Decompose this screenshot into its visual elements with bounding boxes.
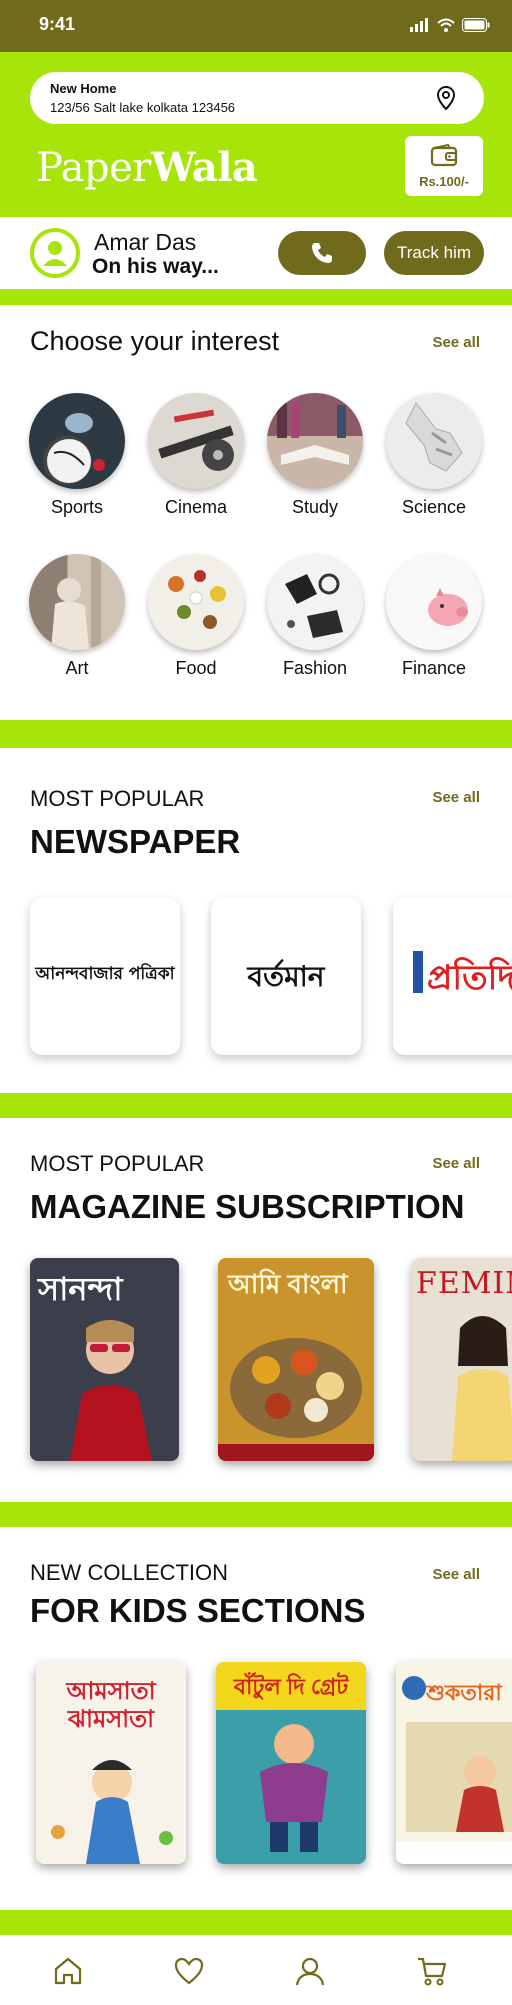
delivery-status-bar: Amar Das On his way... Track him xyxy=(0,217,512,289)
newspaper-card[interactable]: প্রতিদি xyxy=(393,898,512,1055)
kids-kicker: NEW COLLECTION xyxy=(30,1560,229,1585)
magazine-cover[interactable]: FEMINA xyxy=(412,1258,512,1461)
section-divider xyxy=(0,289,512,305)
call-button[interactable] xyxy=(278,231,366,275)
interest-label: Study xyxy=(291,497,339,517)
newspaper-name: বর্তমান xyxy=(247,960,325,993)
delivery-person-name: Amar Das xyxy=(94,229,197,255)
interest-label: Art xyxy=(65,658,89,678)
status-icons xyxy=(410,18,490,32)
battery-icon xyxy=(462,18,490,32)
status-bar: 9:41 xyxy=(0,0,512,52)
magazine-kicker: MOST POPULAR xyxy=(30,1151,205,1176)
science-image xyxy=(386,393,482,489)
interest-finance[interactable]: Finance xyxy=(379,554,489,679)
section-divider xyxy=(0,1910,512,1935)
wallet-icon xyxy=(430,144,458,167)
cart-icon[interactable] xyxy=(416,1955,448,1987)
heart-icon[interactable] xyxy=(173,1955,205,1987)
header: New Home 123/56 Salt lake kolkata 123456… xyxy=(0,52,512,217)
newspaper-card[interactable]: আনন্দবাজার পত্রিকা xyxy=(30,898,180,1055)
interest-label: Science xyxy=(401,497,467,517)
kids-book-cover[interactable]: শুকতারা xyxy=(396,1662,512,1864)
person-icon xyxy=(34,232,76,274)
address-selector[interactable]: New Home 123/56 Salt lake kolkata 123456 xyxy=(30,72,484,124)
bottom-nav xyxy=(0,1935,512,2005)
home-icon[interactable] xyxy=(52,1955,84,1987)
kids-title: FOR KIDS SECTIONS xyxy=(30,1592,366,1629)
magazine-cover-art xyxy=(70,1320,152,1461)
status-time: 9:41 xyxy=(39,14,76,34)
newspaper-card[interactable]: বর্তমান xyxy=(211,898,361,1055)
wallet-button[interactable]: Rs.100/- xyxy=(405,136,483,196)
interest-label: Fashion xyxy=(282,658,348,678)
newspaper-logo-bar xyxy=(413,951,423,993)
magazine-see-all[interactable]: See all xyxy=(432,1155,480,1172)
magazine-cover[interactable]: সানন্দা xyxy=(30,1258,179,1461)
interest-label: Finance xyxy=(401,658,467,678)
wallet-balance: Rs.100/- xyxy=(419,174,469,189)
wifi-icon xyxy=(437,18,455,32)
magazine-cover-art xyxy=(218,1338,374,1461)
magazine-cover[interactable]: আমি বাংলা xyxy=(218,1258,374,1461)
magazine-cover-art xyxy=(452,1316,512,1461)
signal-icon xyxy=(410,18,428,32)
art-image xyxy=(29,554,125,650)
interest-label: Food xyxy=(175,658,217,678)
interests-title: Choose your interest xyxy=(30,326,280,356)
interest-cinema[interactable]: Cinema xyxy=(141,393,251,518)
interest-sports[interactable]: Sports xyxy=(22,393,132,518)
cinema-image xyxy=(148,393,244,489)
interest-science[interactable]: Science xyxy=(379,393,489,518)
address-title: New Home xyxy=(50,81,117,96)
interest-study[interactable]: Study xyxy=(260,393,370,518)
fashion-image xyxy=(267,554,363,650)
magazine-title: MAGAZINE SUBSCRIPTION xyxy=(30,1188,465,1225)
newspaper-name: প্রতিদি xyxy=(427,958,512,998)
location-pin-icon xyxy=(436,86,456,110)
study-image xyxy=(267,393,363,489)
kids-book-cover[interactable]: আমসাতা ঝামসাতা xyxy=(36,1662,186,1864)
track-button[interactable]: Track him xyxy=(384,231,484,275)
kids-cover-art xyxy=(396,1676,512,1864)
interest-label: Cinema xyxy=(164,497,228,517)
newspaper-name: আনন্দবাজার পত্রিকা xyxy=(35,964,175,984)
kids-cover-art xyxy=(51,1760,173,1864)
address-line: 123/56 Salt lake kolkata 123456 xyxy=(50,100,236,115)
interests-see-all[interactable]: See all xyxy=(432,334,480,351)
finance-image xyxy=(386,554,482,650)
food-image xyxy=(148,554,244,650)
brand-logo: PaperWala xyxy=(36,144,258,191)
interest-art[interactable]: Art xyxy=(22,554,132,679)
kids-see-all[interactable]: See all xyxy=(432,1566,480,1583)
kids-book-cover[interactable]: বাঁটুল দি গ্রেট xyxy=(216,1662,366,1864)
interest-label: Sports xyxy=(50,497,104,517)
newspaper-title: NEWSPAPER xyxy=(30,823,241,860)
newspaper-see-all[interactable]: See all xyxy=(432,789,480,806)
user-icon[interactable] xyxy=(294,1955,326,1987)
delivery-status-text: On his way... xyxy=(92,255,219,278)
section-divider xyxy=(0,720,512,748)
section-divider xyxy=(0,1502,512,1527)
phone-icon xyxy=(312,243,332,263)
newspaper-kicker: MOST POPULAR xyxy=(30,786,205,811)
delivery-avatar xyxy=(30,228,80,278)
interest-fashion[interactable]: Fashion xyxy=(260,554,370,679)
kids-cover-art xyxy=(260,1724,328,1852)
interest-food[interactable]: Food xyxy=(141,554,251,679)
section-divider xyxy=(0,1093,512,1118)
sports-image xyxy=(29,393,125,489)
